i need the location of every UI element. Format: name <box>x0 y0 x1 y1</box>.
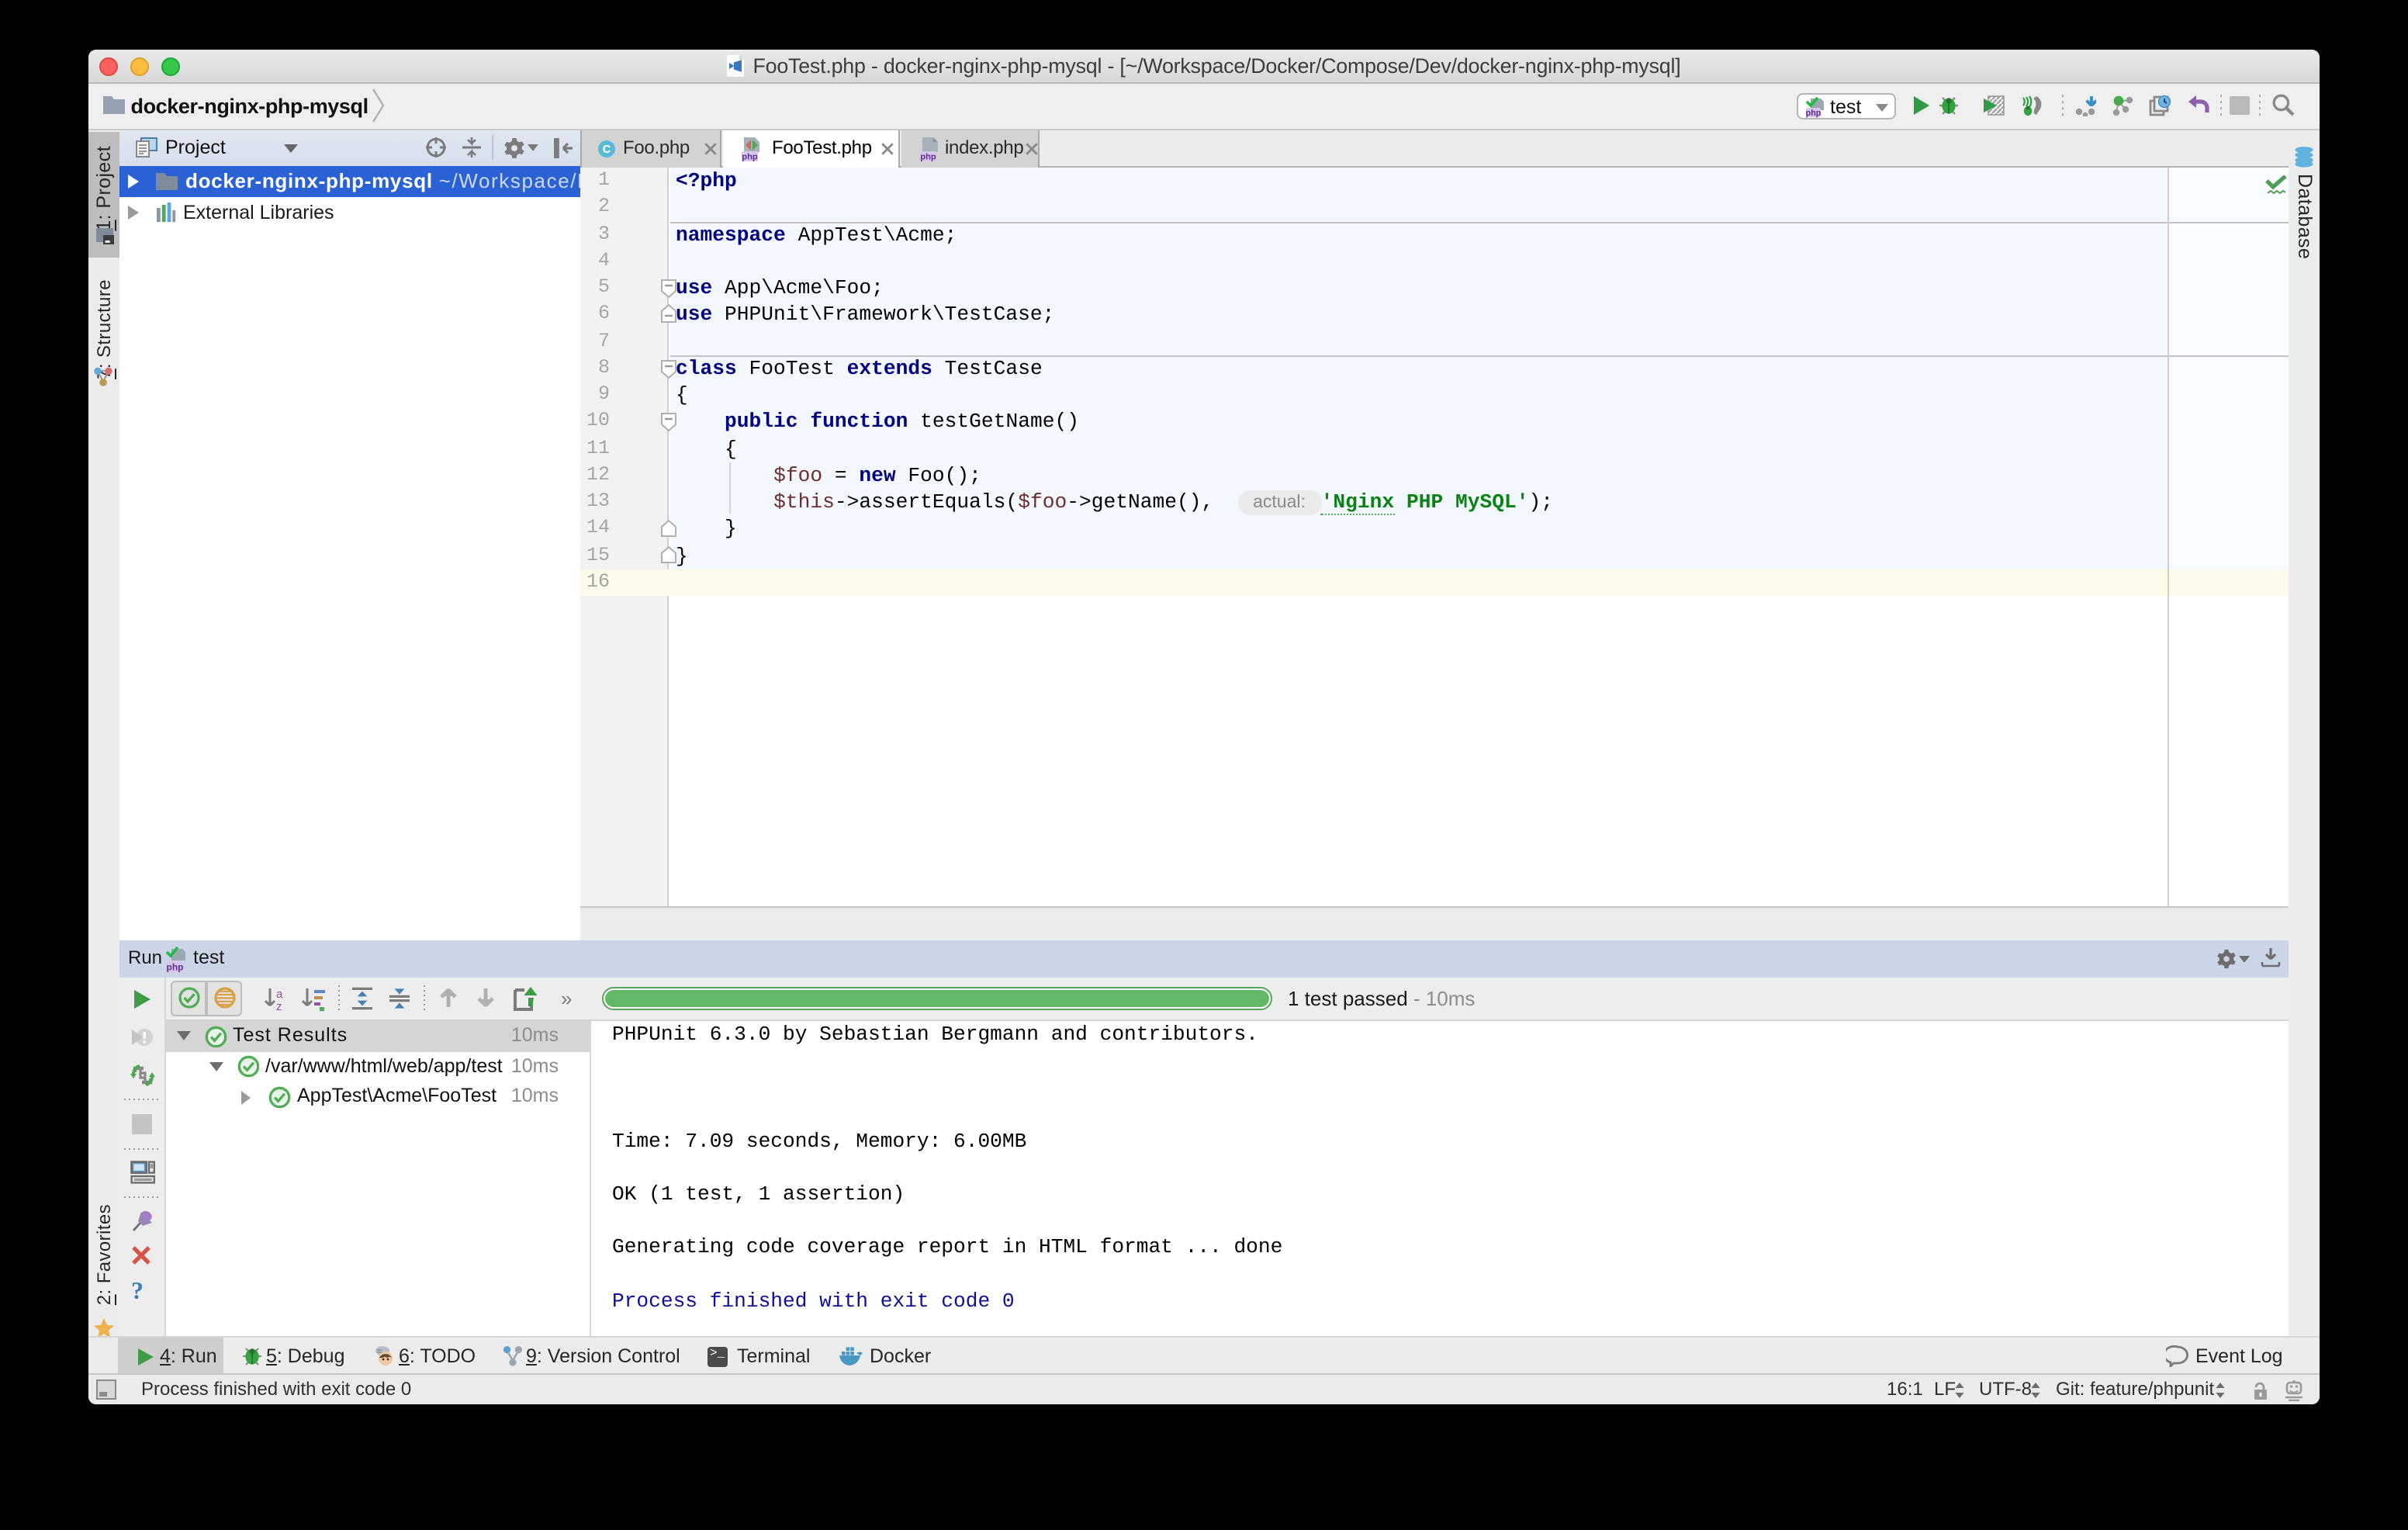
svg-text:z: z <box>275 999 282 1011</box>
svg-text:a: a <box>275 987 282 1000</box>
svg-text:C: C <box>603 143 611 156</box>
svg-text:php: php <box>1805 108 1821 117</box>
svg-text:php: php <box>919 153 936 161</box>
svg-text:php: php <box>742 153 758 161</box>
svg-text:php: php <box>166 961 183 971</box>
